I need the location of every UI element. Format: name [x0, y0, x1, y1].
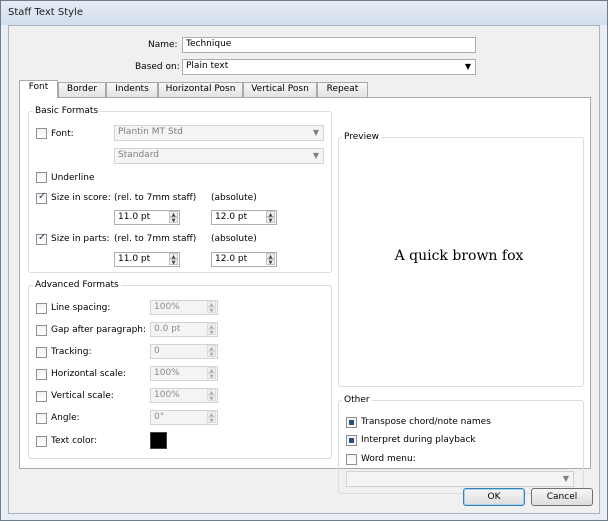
vertical-scale-stepper[interactable]: 100% ▲ ▼: [150, 388, 218, 403]
chevron-down-icon: ▼: [312, 128, 319, 137]
angle-value: 0°: [154, 412, 165, 422]
size-in-score-label: Size in score:: [51, 193, 111, 203]
tracking-label: Tracking:: [51, 347, 92, 357]
size-in-score-checkbox[interactable]: [36, 191, 47, 204]
preview-sample-text: A quick brown fox: [394, 248, 524, 264]
parts-rel-heading: (rel. to 7mm staff): [114, 234, 197, 244]
interpret-playback-checkbox[interactable]: [346, 435, 357, 446]
spin-down-icon[interactable]: ▼: [266, 259, 275, 266]
horizontal-scale-stepper[interactable]: 100% ▲ ▼: [150, 366, 218, 381]
parts-abs-heading: (absolute): [211, 234, 257, 244]
line-spacing-label: Line spacing:: [51, 303, 111, 313]
horizontal-scale-label: Horizontal scale:: [51, 369, 127, 379]
font-style-select[interactable]: Standard ▼: [114, 148, 324, 164]
based-on-select[interactable]: Plain text ▼: [182, 59, 476, 75]
font-select[interactable]: Plantin MT Std ▼: [114, 125, 324, 141]
underline-label: Underline: [51, 173, 95, 183]
name-input[interactable]: Technique: [182, 37, 476, 53]
spin-down-icon[interactable]: ▼: [207, 329, 216, 336]
vertical-scale-value: 100%: [154, 390, 180, 400]
size-in-parts-label: Size in parts:: [51, 234, 110, 244]
line-spacing-checkbox[interactable]: [36, 303, 47, 314]
title-bar[interactable]: Staff Text Style: [1, 1, 607, 25]
window-title: Staff Text Style: [8, 7, 83, 18]
line-spacing-value: 100%: [154, 302, 180, 312]
preview-group: A quick brown fox: [338, 137, 584, 387]
advanced-formats-title: Advanced Formats: [33, 280, 121, 290]
spin-down-icon[interactable]: ▼: [207, 417, 216, 424]
text-color-checkbox[interactable]: [36, 436, 47, 447]
score-rel-stepper[interactable]: 11.0 pt ▲ ▼: [114, 210, 180, 225]
other-title: Other: [342, 395, 372, 405]
score-rel-heading: (rel. to 7mm staff): [114, 193, 197, 203]
chevron-down-icon: ▼: [464, 62, 471, 71]
font-checkbox[interactable]: [36, 128, 47, 139]
word-menu-checkbox[interactable]: [346, 454, 357, 465]
basic-formats-title: Basic Formats: [33, 106, 101, 116]
horizontal-scale-value: 100%: [154, 368, 180, 378]
tab-vertical-posn[interactable]: Vertical Posn: [243, 82, 317, 97]
score-abs-stepper[interactable]: 12.0 pt ▲ ▼: [211, 210, 277, 225]
gap-after-paragraph-label: Gap after paragraph:: [51, 325, 147, 335]
spin-down-icon[interactable]: ▼: [169, 259, 178, 266]
tab-indents[interactable]: Indents: [106, 82, 158, 97]
word-menu-select[interactable]: ▼: [346, 471, 574, 487]
parts-rel-value: 11.0 pt: [118, 254, 151, 264]
tracking-checkbox[interactable]: [36, 347, 47, 358]
font-label: Font:: [51, 129, 74, 139]
angle-checkbox[interactable]: [36, 413, 47, 424]
angle-stepper[interactable]: 0° ▲ ▼: [150, 410, 218, 425]
chevron-down-icon: ▼: [562, 474, 569, 483]
parts-rel-stepper[interactable]: 11.0 pt ▲ ▼: [114, 252, 180, 267]
spin-down-icon[interactable]: ▼: [207, 395, 216, 402]
vertical-scale-label: Vertical scale:: [51, 391, 114, 401]
score-rel-value: 11.0 pt: [118, 212, 151, 222]
spin-down-icon[interactable]: ▼: [207, 351, 216, 358]
tab-repeat[interactable]: Repeat: [317, 82, 368, 97]
ok-button[interactable]: OK: [463, 488, 525, 506]
gap-after-paragraph-value: 0.0 pt: [154, 324, 181, 334]
angle-label: Angle:: [51, 413, 80, 423]
text-color-label: Text color:: [51, 436, 98, 446]
line-spacing-stepper[interactable]: 100% ▲ ▼: [150, 300, 218, 315]
transpose-checkbox[interactable]: [346, 417, 357, 428]
based-on-label: Based on:: [135, 62, 180, 72]
transpose-label: Transpose chord/note names: [361, 417, 491, 427]
spin-down-icon[interactable]: ▼: [207, 373, 216, 380]
tab-font[interactable]: Font: [19, 80, 58, 98]
spin-down-icon[interactable]: ▼: [207, 307, 216, 314]
parts-abs-value: 12.0 pt: [215, 254, 248, 264]
dialog-window: Staff Text Style Name: Technique Based o…: [0, 0, 608, 521]
spin-down-icon[interactable]: ▼: [169, 217, 178, 224]
underline-checkbox[interactable]: [36, 172, 47, 183]
tracking-stepper[interactable]: 0 ▲ ▼: [150, 344, 218, 359]
tab-border[interactable]: Border: [58, 82, 106, 97]
gap-after-paragraph-checkbox[interactable]: [36, 325, 47, 336]
chevron-down-icon: ▼: [312, 151, 319, 160]
word-menu-label: Word menu:: [361, 454, 416, 464]
tab-horizontal-posn[interactable]: Horizontal Posn: [158, 82, 243, 97]
dialog-body: Name: Technique Based on: Plain text ▼ F…: [8, 25, 600, 514]
tracking-value: 0: [154, 346, 160, 356]
score-abs-heading: (absolute): [211, 193, 257, 203]
gap-after-paragraph-stepper[interactable]: 0.0 pt ▲ ▼: [150, 322, 218, 337]
text-color-swatch[interactable]: [150, 432, 167, 449]
score-abs-value: 12.0 pt: [215, 212, 248, 222]
parts-abs-stepper[interactable]: 12.0 pt ▲ ▼: [211, 252, 277, 267]
preview-title: Preview: [342, 132, 382, 142]
font-value: Plantin MT Std: [118, 127, 183, 137]
interpret-playback-label: Interpret during playback: [361, 435, 476, 445]
name-label: Name:: [148, 40, 178, 50]
font-tab-panel: Basic Formats Font: Plantin MT Std ▼ Sta…: [19, 97, 591, 494]
spin-down-icon[interactable]: ▼: [266, 217, 275, 224]
based-on-value: Plain text: [186, 61, 229, 71]
cancel-button[interactable]: Cancel: [531, 488, 593, 506]
size-in-parts-checkbox[interactable]: [36, 232, 47, 245]
font-style-value: Standard: [118, 150, 159, 160]
horizontal-scale-checkbox[interactable]: [36, 369, 47, 380]
vertical-scale-checkbox[interactable]: [36, 391, 47, 402]
